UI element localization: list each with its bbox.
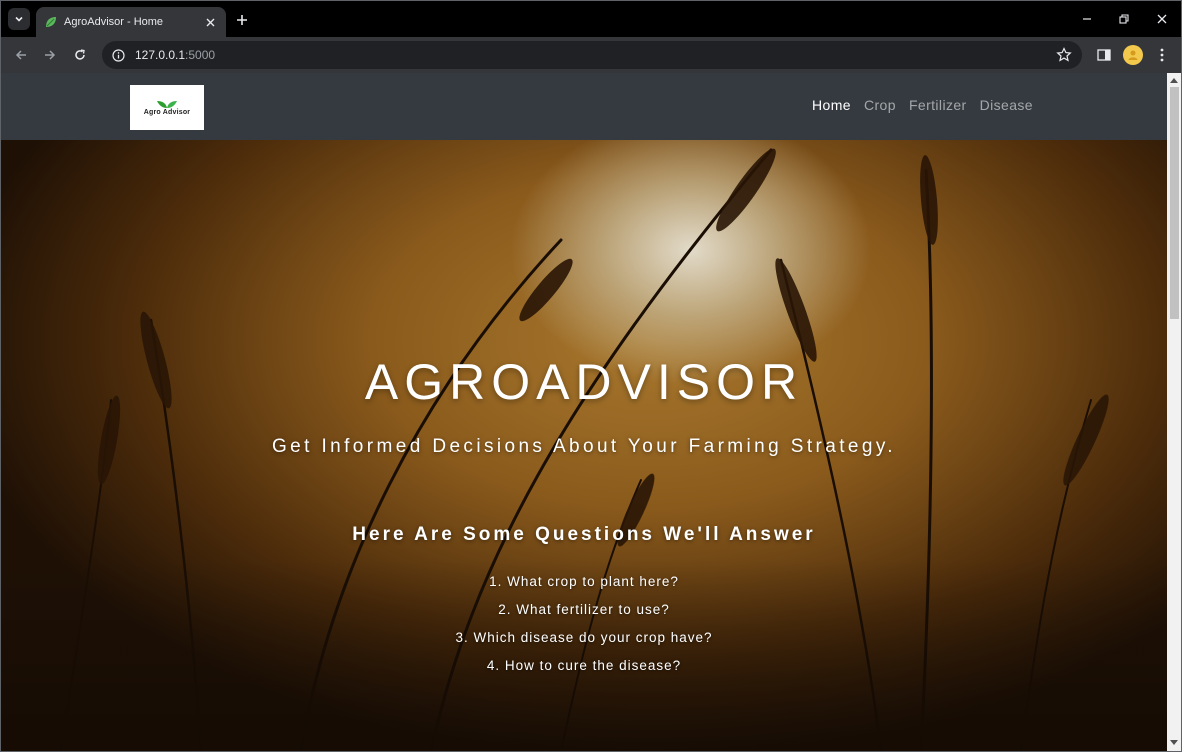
plus-icon	[237, 15, 247, 25]
questions-list: 1. What crop to plant here? 2. What fert…	[1, 573, 1167, 685]
leaf-icon	[157, 101, 177, 108]
tab-search-button[interactable]	[8, 8, 30, 30]
nav-disease[interactable]: Disease	[980, 97, 1033, 113]
browser-menu-button[interactable]	[1152, 45, 1172, 65]
arrow-left-icon	[15, 50, 26, 60]
page-scrollbar[interactable]	[1167, 73, 1181, 751]
tab-title: AgroAdvisor - Home	[64, 16, 164, 28]
list-item: 2. What fertilizer to use?	[498, 602, 670, 617]
close-window-button[interactable]	[1151, 9, 1173, 29]
close-icon[interactable]	[202, 14, 218, 30]
list-item: 1. What crop to plant here?	[489, 574, 679, 589]
nav-home[interactable]: Home	[812, 97, 851, 113]
forward-button[interactable]	[39, 44, 61, 66]
reload-button[interactable]	[69, 44, 91, 66]
close-icon	[1157, 14, 1167, 24]
reload-icon	[75, 49, 85, 60]
site-menu: Home Crop Fertilizer Disease	[812, 97, 1033, 113]
hero-content: AGROADVISOR Get Informed Decisions About…	[1, 140, 1167, 751]
chevron-down-icon	[15, 16, 23, 22]
url-host: 127.0.0.1	[135, 48, 186, 62]
list-item: 4. How to cure the disease?	[486, 658, 682, 673]
address-bar[interactable]: 127.0.0.1:5000	[102, 41, 1082, 69]
hero-title: AGROADVISOR	[364, 354, 804, 410]
hero-subtitle: Get Informed Decisions About Your Farmin…	[271, 436, 896, 457]
url-port: :5000	[185, 48, 216, 62]
minimize-icon	[1083, 18, 1091, 20]
new-tab-button[interactable]	[232, 10, 252, 30]
page-viewport: Agro Advisor Home Crop Fertilizer Diseas…	[1, 73, 1167, 751]
side-panel-icon	[1097, 49, 1111, 61]
tab-agroadvisor[interactable]: AgroAdvisor - Home	[36, 7, 226, 37]
hero-section: AGROADVISOR Get Informed Decisions About…	[1, 140, 1167, 751]
logo-text: Agro Advisor	[143, 109, 191, 116]
browser-window: AgroAdvisor - Home 127.0.0.1:5000 Agro A…	[0, 0, 1182, 752]
star-icon[interactable]	[1056, 47, 1072, 63]
arrow-right-icon	[45, 50, 56, 60]
kebab-menu-icon	[1160, 48, 1164, 62]
scroll-down-arrow[interactable]	[1170, 739, 1178, 747]
nav-fertilizer[interactable]: Fertilizer	[909, 97, 967, 113]
restore-icon	[1119, 14, 1129, 24]
tab-strip: AgroAdvisor - Home	[1, 1, 1181, 37]
minimize-button[interactable]	[1076, 9, 1098, 29]
questions-heading: Here Are Some Questions We'll Answer	[352, 524, 816, 545]
leaf-icon	[46, 17, 56, 27]
browser-toolbar: 127.0.0.1:5000	[1, 37, 1181, 73]
list-item: 3. Which disease do your crop have?	[455, 630, 713, 645]
restore-button[interactable]	[1113, 9, 1135, 29]
site-navbar: Agro Advisor Home Crop Fertilizer Diseas…	[1, 73, 1167, 140]
url-text: 127.0.0.1:5000	[135, 48, 215, 62]
scrollbar-thumb[interactable]	[1170, 87, 1179, 319]
back-button[interactable]	[10, 44, 32, 66]
info-icon[interactable]	[112, 48, 125, 62]
scroll-up-arrow[interactable]	[1170, 76, 1178, 84]
avatar-icon[interactable]	[1123, 45, 1143, 65]
site-logo[interactable]: Agro Advisor	[130, 85, 204, 130]
nav-crop[interactable]: Crop	[864, 97, 896, 113]
side-panel-button[interactable]	[1094, 45, 1114, 65]
